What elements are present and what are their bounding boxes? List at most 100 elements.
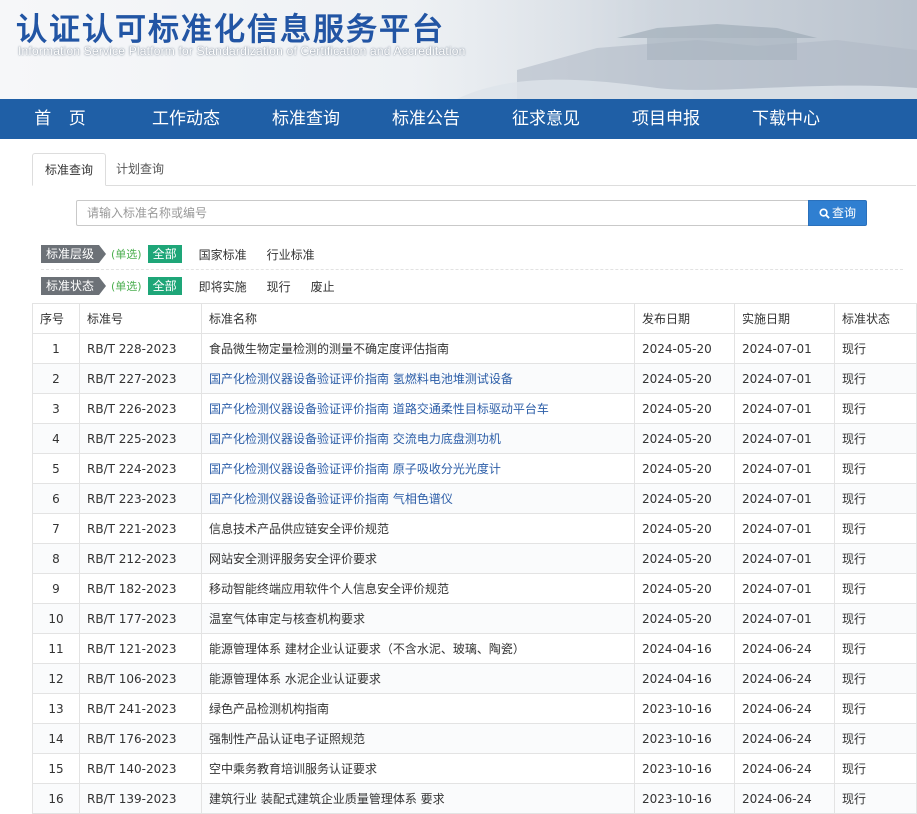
filter-level-national[interactable]: 国家标准 <box>196 246 250 263</box>
cell-std-no: RB/T 176-2023 <box>79 723 202 754</box>
cell-std-no: RB/T 241-2023 <box>79 693 202 724</box>
cell-std-no: RB/T 182-2023 <box>79 573 202 604</box>
col-header-status: 标准状态 <box>834 303 917 334</box>
nav-standard-query[interactable]: 标准查询 <box>246 99 366 139</box>
main-nav: 首 页 工作动态 标准查询 标准公告 征求意见 项目申报 下载中心 <box>0 99 917 139</box>
cell-std-name[interactable]: 食品微生物定量检测的测量不确定度评估指南 <box>201 333 635 364</box>
table-row: 1 RB/T 228-2023 食品微生物定量检测的测量不确定度评估指南 2024-0… <box>32 333 917 364</box>
cell-status: 现行 <box>834 783 917 814</box>
cell-seq: 12 <box>32 663 80 694</box>
cell-effective-date: 2024-06-24 <box>734 723 835 754</box>
tab-standard-query[interactable]: 标准查询 <box>32 153 107 186</box>
nav-standard-announcement[interactable]: 标准公告 <box>366 99 486 139</box>
site-title: 认证认可标准化信息服务平台 <box>16 12 445 48</box>
cell-seq: 6 <box>32 483 80 514</box>
table-row: 14 RB/T 176-2023 强制性产品认证电子证照规范 2023-10-16 20… <box>32 723 917 754</box>
filter-level: 标准层级 (单选) 全部 国家标准 行业标准 <box>41 244 318 264</box>
cell-std-name[interactable]: 网站安全测评服务安全评价要求 <box>201 543 635 574</box>
cell-effective-date: 2024-07-01 <box>734 423 835 454</box>
cell-std-name[interactable]: 国产化检测仪器设备验证评价指南 气相色谱仪 <box>201 483 635 514</box>
search-button[interactable]: 查询 <box>808 200 867 226</box>
nav-project-application[interactable]: 项目申报 <box>606 99 726 139</box>
tiananmen-banner-image <box>397 0 917 99</box>
cell-effective-date: 2024-07-01 <box>734 543 835 574</box>
cell-publish-date: 2023-10-16 <box>634 753 735 784</box>
filter-status-abolished[interactable]: 废止 <box>308 278 338 295</box>
filter-level-label: 标准层级 <box>41 245 107 263</box>
cell-seq: 10 <box>32 603 80 634</box>
filter-level-industry[interactable]: 行业标准 <box>264 246 318 263</box>
cell-std-name[interactable]: 温室气体审定与核查机构要求 <box>201 603 635 634</box>
cell-std-name[interactable]: 建筑行业 装配式建筑企业质量管理体系 要求 <box>201 783 635 814</box>
cell-status: 现行 <box>834 513 917 544</box>
standards-table: 序号 标准号 标准名称 发布日期 实施日期 标准状态 1 RB/T 228-202… <box>32 303 917 814</box>
cell-effective-date: 2024-06-24 <box>734 783 835 814</box>
search-bar: 查询 <box>76 200 867 226</box>
cell-std-no: RB/T 177-2023 <box>79 603 202 634</box>
cell-effective-date: 2024-07-01 <box>734 393 835 424</box>
table-row: 6 RB/T 223-2023 国产化检测仪器设备验证评价指南 气相色谱仪 2024-… <box>32 483 917 514</box>
cell-std-name[interactable]: 国产化检测仪器设备验证评价指南 原子吸收分光光度计 <box>201 453 635 484</box>
cell-std-name[interactable]: 强制性产品认证电子证照规范 <box>201 723 635 754</box>
cell-std-no: RB/T 228-2023 <box>79 333 202 364</box>
cell-seq: 15 <box>32 753 80 784</box>
cell-status: 现行 <box>834 603 917 634</box>
cell-status: 现行 <box>834 633 917 664</box>
cell-std-no: RB/T 139-2023 <box>79 783 202 814</box>
cell-publish-date: 2023-10-16 <box>634 693 735 724</box>
cell-seq: 9 <box>32 573 80 604</box>
cell-std-name[interactable]: 能源管理体系 建材企业认证要求（不含水泥、玻璃、陶瓷） <box>201 633 635 664</box>
search-input[interactable] <box>76 200 809 226</box>
cell-publish-date: 2023-10-16 <box>634 723 735 754</box>
table-row: 10 RB/T 177-2023 温室气体审定与核查机构要求 2024-05-20 20… <box>32 603 917 634</box>
cell-std-name[interactable]: 能源管理体系 水泥企业认证要求 <box>201 663 635 694</box>
filter-status-current[interactable]: 现行 <box>264 278 294 295</box>
col-header-publish-date: 发布日期 <box>634 303 735 334</box>
cell-std-name[interactable]: 国产化检测仪器设备验证评价指南 道路交通柔性目标驱动平台车 <box>201 393 635 424</box>
filter-status-hint: (单选) <box>111 280 142 293</box>
table-row: 16 RB/T 139-2023 建筑行业 装配式建筑企业质量管理体系 要求 2023… <box>32 783 917 814</box>
col-header-seq: 序号 <box>32 303 80 334</box>
table-row: 13 RB/T 241-2023 绿色产品检测机构指南 2023-10-16 2024-… <box>32 693 917 724</box>
cell-effective-date: 2024-06-24 <box>734 753 835 784</box>
nav-solicit-opinions[interactable]: 征求意见 <box>486 99 606 139</box>
cell-seq: 16 <box>32 783 80 814</box>
cell-std-name[interactable]: 空中乘务教育培训服务认证要求 <box>201 753 635 784</box>
cell-std-name[interactable]: 信息技术产品供应链安全评价规范 <box>201 513 635 544</box>
col-header-effective-date: 实施日期 <box>734 303 835 334</box>
cell-publish-date: 2024-05-20 <box>634 453 735 484</box>
filter-status-label: 标准状态 <box>41 277 107 295</box>
nav-download-center[interactable]: 下载中心 <box>726 99 846 139</box>
cell-std-name[interactable]: 国产化检测仪器设备验证评价指南 氢燃料电池堆测试设备 <box>201 363 635 394</box>
tab-plan-query[interactable]: 计划查询 <box>104 153 176 186</box>
cell-status: 现行 <box>834 573 917 604</box>
cell-std-no: RB/T 226-2023 <box>79 393 202 424</box>
cell-status: 现行 <box>834 663 917 694</box>
filter-status-all[interactable]: 全部 <box>147 277 182 295</box>
filter-status: 标准状态 (单选) 全部 即将实施 现行 废止 <box>41 276 338 296</box>
cell-std-name[interactable]: 绿色产品检测机构指南 <box>201 693 635 724</box>
cell-std-no: RB/T 223-2023 <box>79 483 202 514</box>
cell-seq: 13 <box>32 693 80 724</box>
nav-work-news[interactable]: 工作动态 <box>126 99 246 139</box>
cell-effective-date: 2024-06-24 <box>734 693 835 724</box>
cell-std-name[interactable]: 移动智能终端应用软件个人信息安全评价规范 <box>201 573 635 604</box>
table-row: 12 RB/T 106-2023 能源管理体系 水泥企业认证要求 2024-04-16… <box>32 663 917 694</box>
cell-status: 现行 <box>834 693 917 724</box>
filter-divider <box>41 269 903 270</box>
table-row: 4 RB/T 225-2023 国产化检测仪器设备验证评价指南 交流电力底盘测功机 2… <box>32 423 917 454</box>
search-button-label: 查询 <box>831 206 856 220</box>
cell-status: 现行 <box>834 543 917 574</box>
cell-publish-date: 2024-05-20 <box>634 573 735 604</box>
filter-level-all[interactable]: 全部 <box>147 245 182 263</box>
cell-effective-date: 2024-07-01 <box>734 483 835 514</box>
cell-std-no: RB/T 225-2023 <box>79 423 202 454</box>
table-header-row: 序号 标准号 标准名称 发布日期 实施日期 标准状态 <box>32 303 917 334</box>
cell-std-name[interactable]: 国产化检测仪器设备验证评价指南 交流电力底盘测功机 <box>201 423 635 454</box>
filter-status-upcoming[interactable]: 即将实施 <box>196 278 250 295</box>
nav-home[interactable]: 首 页 <box>0 99 126 139</box>
cell-effective-date: 2024-07-01 <box>734 333 835 364</box>
cell-publish-date: 2024-05-20 <box>634 393 735 424</box>
filter-level-hint: (单选) <box>111 248 142 261</box>
cell-seq: 1 <box>32 333 80 364</box>
